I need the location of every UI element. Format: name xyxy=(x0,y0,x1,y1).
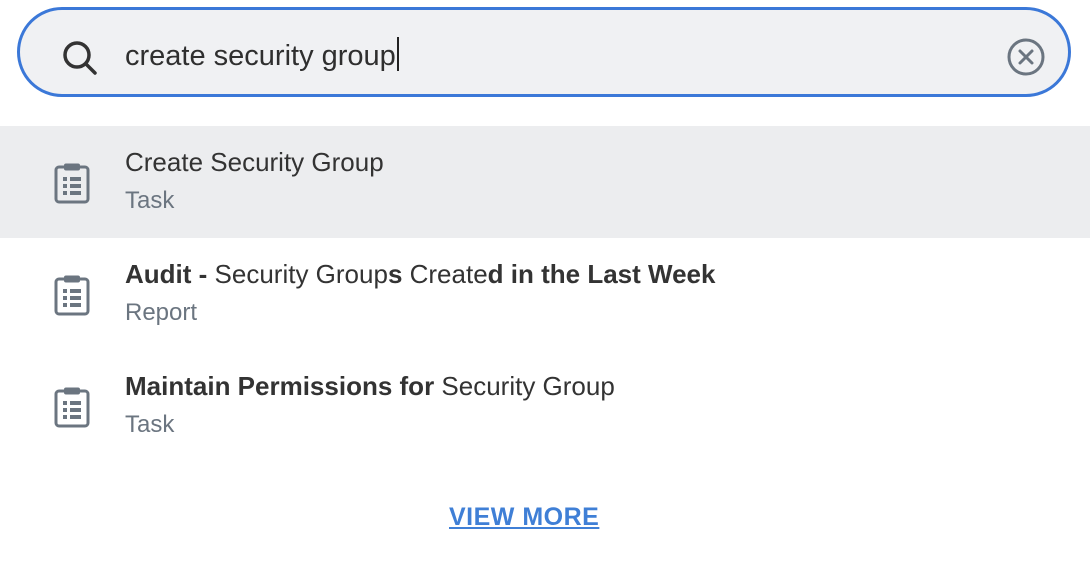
task-document-icon xyxy=(54,163,90,204)
search-icon xyxy=(63,41,97,75)
search-input[interactable]: create security group xyxy=(125,37,399,74)
result-item-audit-report[interactable]: Audit - Security Groups Created in the L… xyxy=(0,238,1090,350)
result-item-maintain-permissions[interactable]: Maintain Permissions for Security Group … xyxy=(0,350,1090,462)
result-item-create-security-group[interactable]: Create Security Group Task xyxy=(0,126,1090,238)
result-type: Task xyxy=(125,411,175,438)
clear-search-icon[interactable] xyxy=(1005,36,1047,78)
search-bar[interactable]: create security group xyxy=(17,7,1071,97)
title-part-bold: Maintain Permissions for xyxy=(125,371,442,401)
title-part: Security Group xyxy=(214,259,388,289)
title-part-bold: Audit - xyxy=(125,259,215,289)
result-type: Task xyxy=(125,187,175,214)
task-document-icon xyxy=(54,387,90,428)
title-part-bold: d in the Last Week xyxy=(487,259,716,289)
title-part: Create xyxy=(409,259,488,289)
title-part: Create Security Group xyxy=(125,147,384,177)
report-document-icon xyxy=(54,275,90,316)
title-part: Security Group xyxy=(441,371,615,401)
result-title: Create Security Group xyxy=(125,146,384,178)
title-part-bold: s xyxy=(387,259,410,289)
text-caret xyxy=(396,37,399,71)
search-query: create security group xyxy=(125,40,396,72)
result-type: Report xyxy=(125,299,198,326)
result-title: Audit - Security Groups Created in the L… xyxy=(125,258,715,290)
result-title: Maintain Permissions for Security Group xyxy=(125,370,615,402)
search-results-list: Create Security Group Task Audit - Secur… xyxy=(0,126,1090,462)
view-more-link[interactable]: VIEW MORE xyxy=(449,501,599,533)
